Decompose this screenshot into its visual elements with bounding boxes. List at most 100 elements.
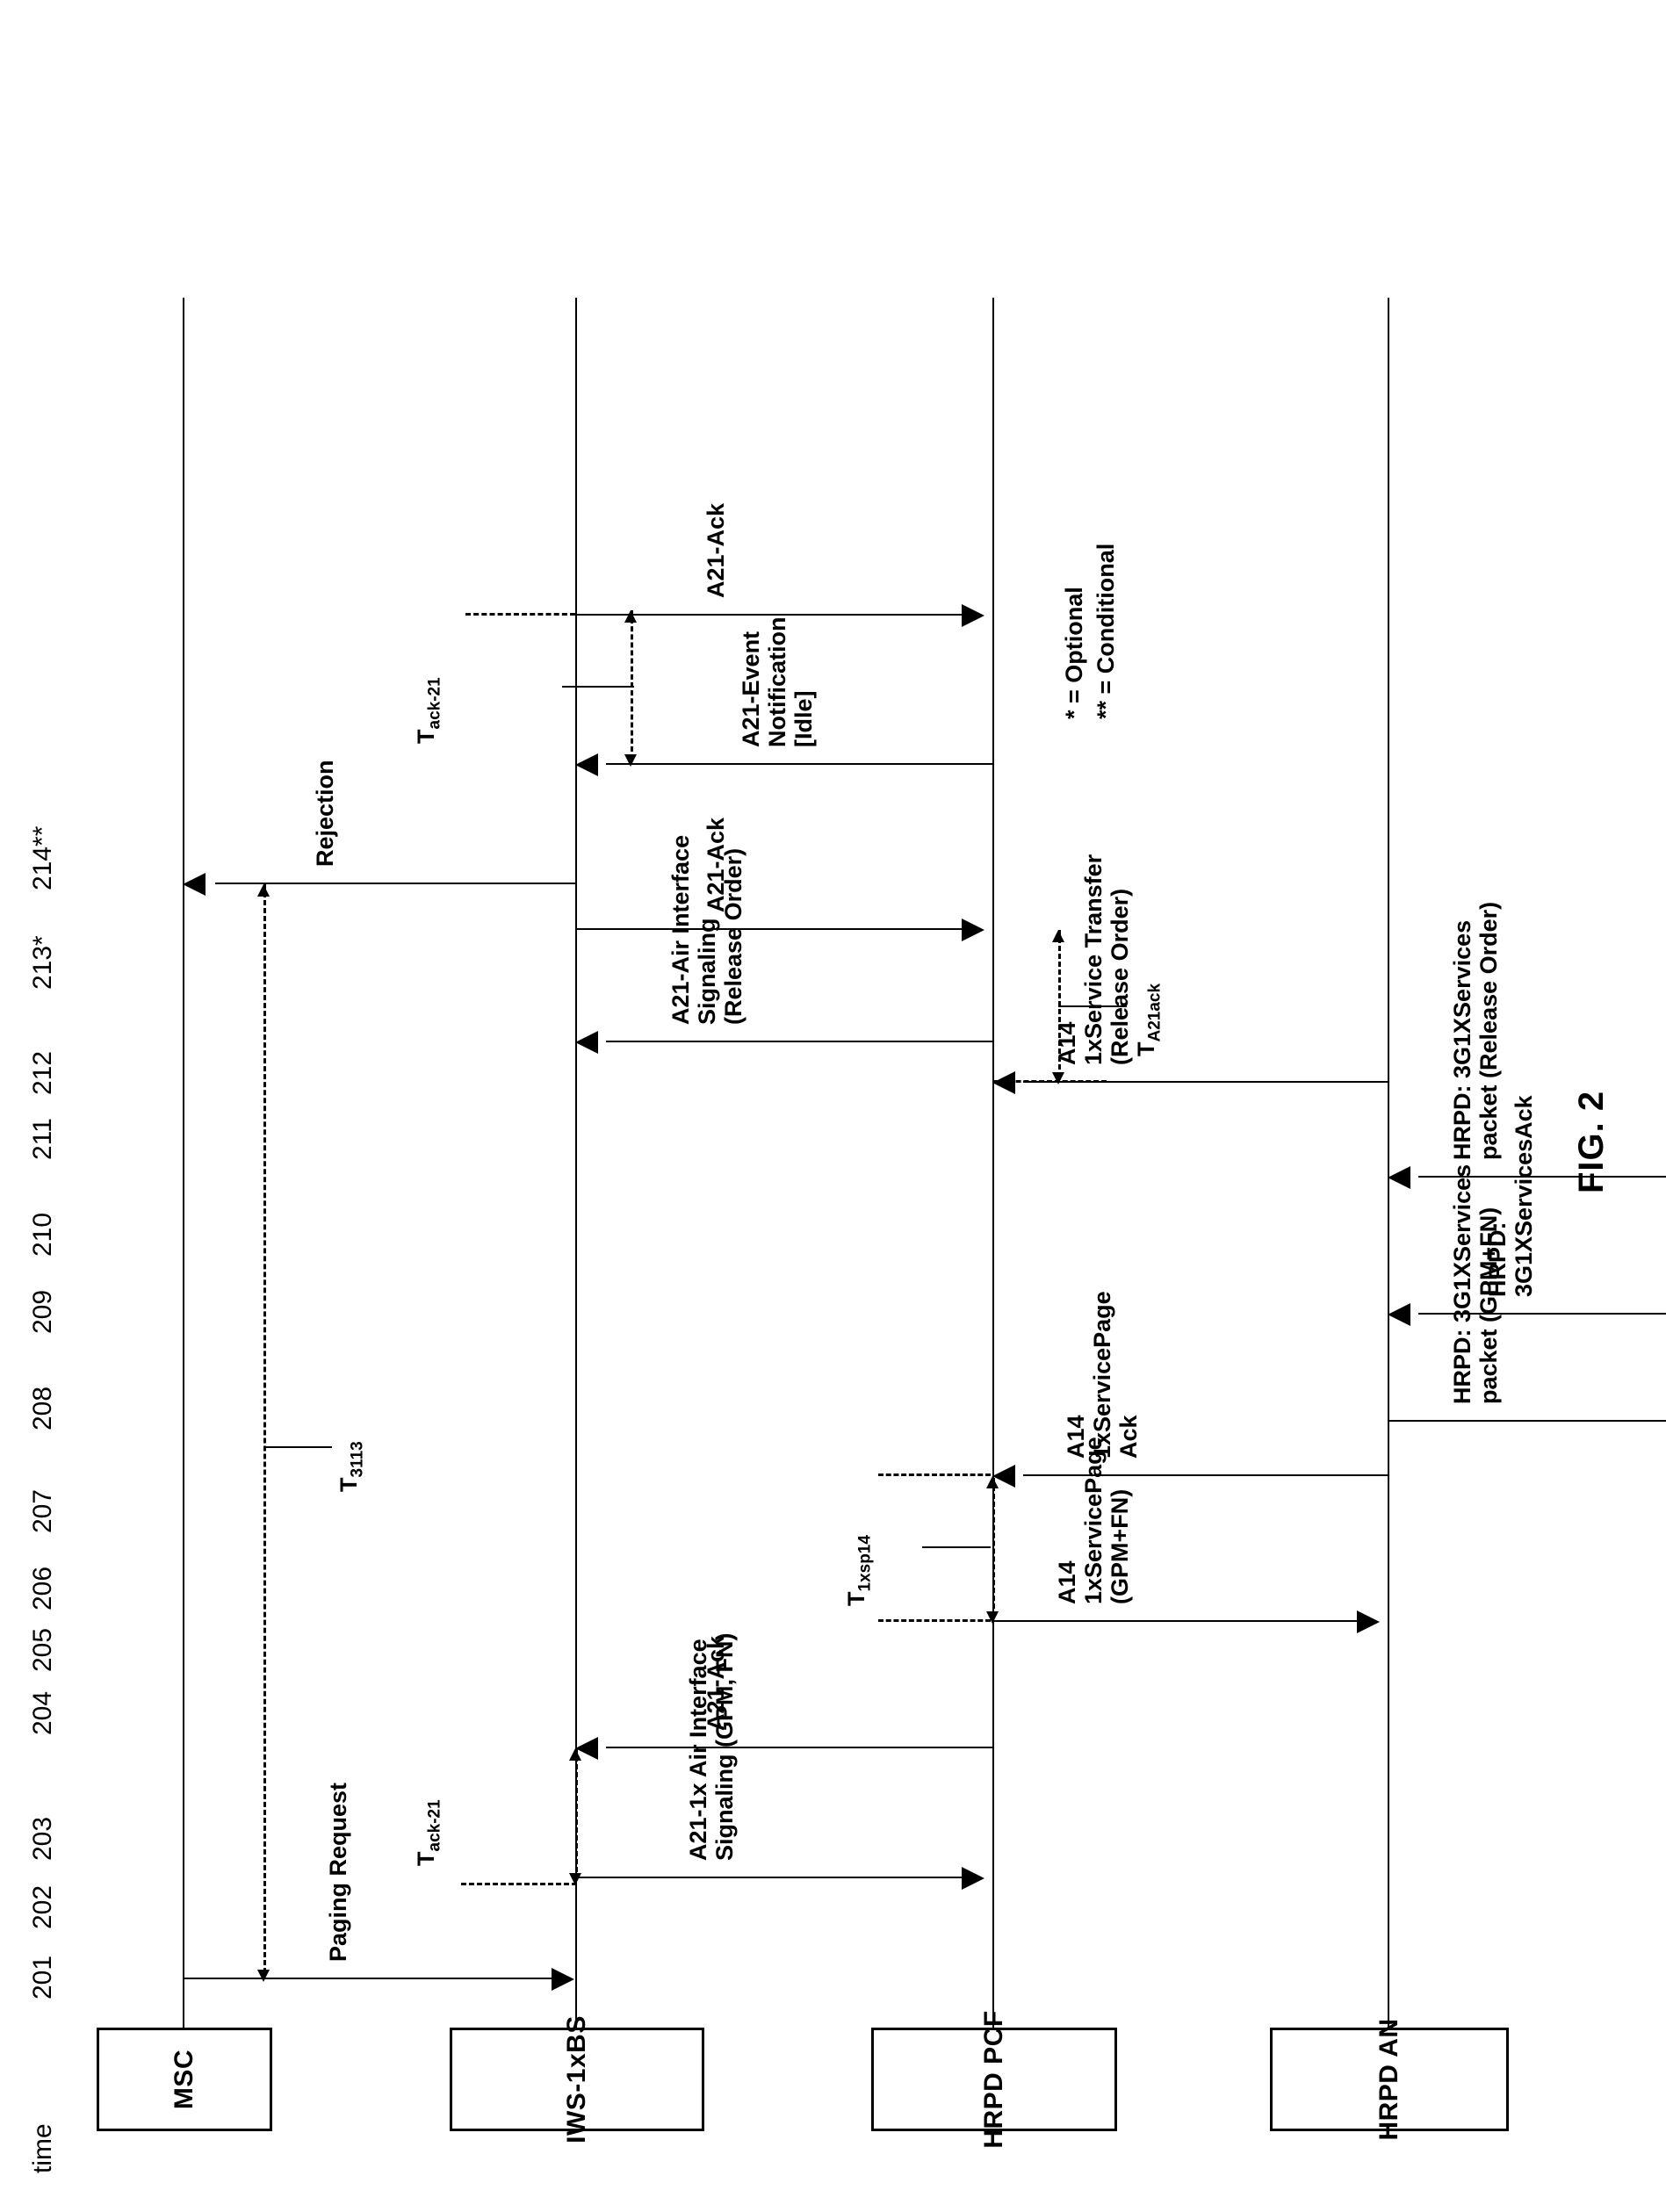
timer-arrowhead-t1xsp14-left	[986, 1611, 999, 1624]
timer-arrowhead-t3113-right	[257, 884, 270, 897]
ref-num-204: 204	[28, 1690, 57, 1735]
ref-num-207: 207	[28, 1488, 57, 1533]
timer-arrowhead-ta21ack-left	[1052, 1072, 1064, 1084]
lifeline-msc	[183, 298, 184, 2028]
msg-arrowhead-a21-1x-signaling	[962, 1867, 984, 1890]
timer-arrowhead-tack21-b-left	[624, 754, 637, 767]
ref-num-210: 210	[28, 1212, 57, 1257]
msg-line-rejection	[215, 883, 577, 884]
timer-span-tack21-a	[575, 1748, 578, 1880]
timer-tick-ta21ack	[1058, 1005, 1127, 1007]
lane-head-hrpd-pcf: HRPD PCF	[871, 2010, 1117, 2149]
msg-label-a21-ack-3: A21-Ack	[703, 502, 729, 598]
lane-head-hrpd-an-label: HRPD AN	[1374, 2018, 1403, 2141]
timer-label-ta21ack: TA21ack	[1133, 984, 1165, 1056]
msg-label-a14-1xservicepage-ack: A14 1xServicePage Ack	[1063, 1291, 1143, 1459]
msg-label-paging-request: Paging Request	[325, 1782, 351, 1962]
lane-head-iws-1xbs-label: IWS-1xBS	[562, 2015, 591, 2144]
msg-line-a21-air-signaling-release	[606, 1041, 992, 1042]
msg-arrowhead-a21-ack-1	[575, 1737, 598, 1760]
timer-tick-t3113	[263, 1446, 332, 1448]
timer-arrowhead-tack21-a-left	[569, 1873, 581, 1885]
timer-span-t1xsp14	[992, 1478, 995, 1617]
msg-arrowhead-a14-1xservice-transfer	[992, 1071, 1015, 1094]
timer-guide-t1xsp14-right	[878, 1473, 991, 1476]
timer-sub-tack21-b: ack-21	[425, 677, 444, 730]
msg-line-hrpd-3g1x-release	[1418, 1176, 1666, 1178]
msg-arrowhead-hrpd-3g1x-release	[1388, 1166, 1410, 1189]
timer-guide-tack21-b-right	[465, 613, 575, 616]
msg-arrowhead-hrpd-3g1xservicesack	[1388, 1303, 1410, 1326]
timer-span-tack21-b	[631, 610, 633, 760]
lifeline-hrpdpcf	[992, 298, 994, 2028]
ref-num-203: 203	[28, 1816, 57, 1861]
msg-line-a21-ack-1	[606, 1747, 992, 1748]
timer-base-t3113: T	[335, 1477, 362, 1493]
ref-num-206: 206	[28, 1566, 57, 1610]
lane-head-msc: MSC	[97, 2028, 272, 2131]
timer-sub-t3113: 3113	[348, 1441, 367, 1478]
msg-line-a21-ack-2	[575, 928, 962, 930]
timer-base-t1xsp14: T	[843, 1591, 869, 1607]
msg-label-a21-ack-1: A21-Ack	[703, 1635, 729, 1731]
lifeline-hrpdan	[1388, 298, 1389, 2028]
msg-arrowhead-a21-event-notification	[575, 753, 598, 776]
msg-line-a21-ack-3	[575, 614, 962, 616]
figure-caption: FIG. 2	[1572, 1090, 1611, 1193]
ref-num-212: 212	[28, 1050, 57, 1095]
timer-guide-ta21ack-left	[992, 1080, 1107, 1083]
ref-num-213: 213*	[28, 935, 57, 990]
msg-label-a21-ack-2: A21-Ack	[703, 817, 729, 912]
msg-label-a21-event-notification: A21-Event Notification [Idle]	[738, 616, 818, 748]
timer-label-t3113: T3113	[335, 1441, 367, 1492]
ref-num-209: 209	[28, 1289, 57, 1334]
msg-line-hrpd-3g1xservicesack	[1418, 1313, 1666, 1315]
lane-head-msc-label: MSC	[169, 2049, 198, 2110]
msg-arrowhead-a14-1xservicepage	[1357, 1610, 1380, 1633]
ref-num-214: 214**	[28, 825, 57, 890]
timer-base-tack21-b: T	[413, 729, 439, 745]
figure-canvas: time MSC IWS-1xBS HRPD PCF HRPD AN MS/AT…	[0, 0, 1666, 2212]
timer-sub-t1xsp14: 1xsp14	[855, 1535, 875, 1592]
timer-tick-t1xsp14	[922, 1546, 991, 1548]
lane-head-hrpd-an: HRPD AN	[1270, 2018, 1509, 2141]
ref-num-211: 211	[28, 1118, 57, 1160]
ref-num-201: 201	[28, 1955, 57, 1999]
timer-arrowhead-t3113-left	[257, 1970, 270, 1982]
msg-arrowhead-a21-ack-2	[962, 919, 984, 941]
msg-arrowhead-a14-1xservicepage-ack	[992, 1465, 1015, 1488]
timer-base-ta21ack: T	[1133, 1041, 1159, 1057]
msg-arrowhead-rejection	[183, 873, 206, 896]
ref-num-205: 205	[28, 1627, 57, 1672]
lane-head-iws-1xbs: IWS-1xBS	[450, 2015, 704, 2144]
msg-arrowhead-a21-ack-3	[962, 604, 984, 627]
timer-base-tack21-a: T	[413, 1851, 439, 1867]
ref-num-208: 208	[28, 1386, 57, 1430]
msg-line-a21-event-notification	[606, 763, 992, 765]
timer-span-ta21ack	[1058, 930, 1061, 1077]
timer-sub-ta21ack: A21ack	[1145, 983, 1165, 1042]
msg-line-paging-request	[183, 1978, 552, 1979]
time-axis-label: time	[28, 2123, 57, 2173]
msg-label-hrpd-3g1x-release: HRPD: 3G1XServices packet (Release Order…	[1449, 901, 1503, 1160]
timer-arrowhead-tack21-b-right	[624, 610, 637, 623]
timer-label-tack21-b: Tack-21	[413, 677, 444, 744]
legend-text: * = Optional ** = Conditional	[1061, 543, 1120, 719]
lane-head-hrpd-pcf-label: HRPD PCF	[979, 2010, 1008, 2149]
msg-line-a14-1xservicepage-ack	[1023, 1474, 1388, 1476]
timer-sub-tack21-a: ack-21	[425, 1799, 444, 1852]
timer-guide-tack21-a-left	[461, 1883, 577, 1885]
msg-arrowhead-paging-request	[552, 1968, 574, 1991]
msg-line-a21-1x-signaling	[575, 1877, 962, 1878]
timer-label-t1xsp14: T1xsp14	[843, 1535, 875, 1606]
msg-line-a14-1xservicepage	[992, 1620, 1357, 1622]
timer-tick-tack21-b	[562, 686, 634, 688]
msg-arrowhead-a21-air-signaling-release	[575, 1031, 598, 1054]
timer-arrowhead-ta21ack-right	[1052, 930, 1064, 942]
msg-label-rejection: Rejection	[312, 760, 338, 867]
ref-num-202: 202	[28, 1884, 57, 1929]
timer-line-t3113	[263, 884, 266, 1973]
msg-line-hrpd-3g1x-gpm	[1388, 1420, 1666, 1422]
timer-label-tack21-a: Tack-21	[413, 1799, 444, 1866]
timer-guide-t1xsp14-left	[878, 1619, 991, 1622]
